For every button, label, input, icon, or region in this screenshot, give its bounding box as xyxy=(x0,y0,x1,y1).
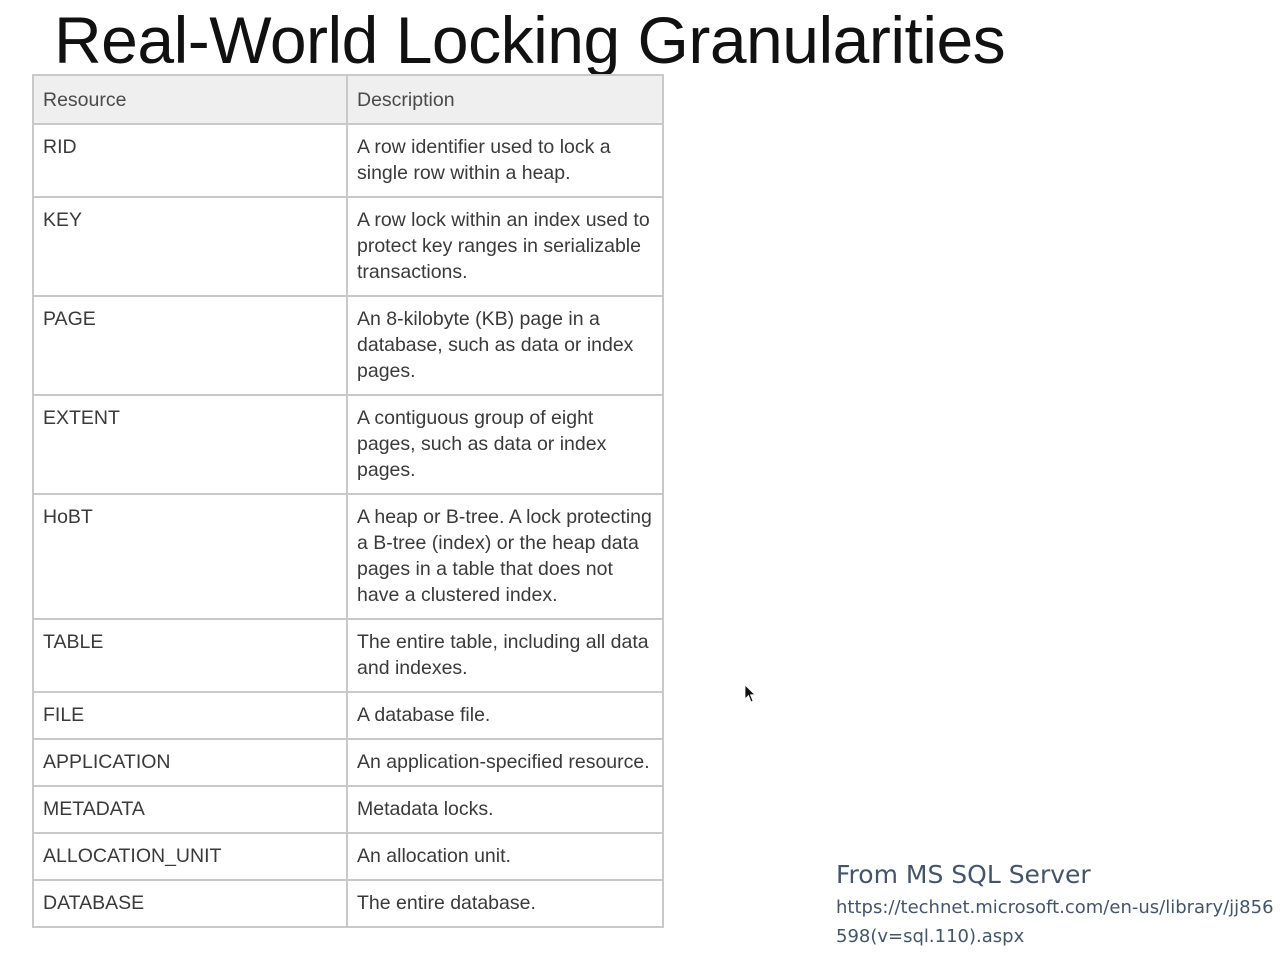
slide-title: Real-World Locking Granularities xyxy=(54,3,1006,77)
locking-granularity-table: Resource Description RID A row identifie… xyxy=(32,74,664,928)
description-cell: An allocation unit. xyxy=(346,832,664,881)
description-cell: A row lock within an index used to prote… xyxy=(346,196,664,297)
description-cell: A heap or B-tree. A lock protecting a B-… xyxy=(346,493,664,620)
column-header-description: Description xyxy=(346,74,664,125)
description-cell: A contiguous group of eight pages, such … xyxy=(346,394,664,495)
source-title: From MS SQL Server xyxy=(836,860,1091,889)
resource-cell: EXTENT xyxy=(32,394,348,495)
table-row: PAGE An 8-kilobyte (KB) page in a databa… xyxy=(32,295,664,396)
description-cell: The entire table, including all data and… xyxy=(346,618,664,693)
table-header-row: Resource Description xyxy=(32,74,664,125)
resource-cell: RID xyxy=(32,123,348,198)
resource-cell: KEY xyxy=(32,196,348,297)
resource-cell: METADATA xyxy=(32,785,348,834)
resource-cell: PAGE xyxy=(32,295,348,396)
resource-cell: DATABASE xyxy=(32,879,348,928)
resource-cell: HoBT xyxy=(32,493,348,620)
table-row: METADATA Metadata locks. xyxy=(32,785,664,834)
description-cell: The entire database. xyxy=(346,879,664,928)
source-link[interactable]: https://technet.microsoft.com/en-us/libr… xyxy=(836,893,1284,951)
description-cell: Metadata locks. xyxy=(346,785,664,834)
resource-cell: ALLOCATION_UNIT xyxy=(32,832,348,881)
source-citation: From MS SQL Server https://technet.micro… xyxy=(836,858,1284,951)
column-header-resource: Resource xyxy=(32,74,348,125)
resource-cell: TABLE xyxy=(32,618,348,693)
table-row: EXTENT A contiguous group of eight pages… xyxy=(32,394,664,495)
resource-cell: FILE xyxy=(32,691,348,740)
table-row: FILE A database file. xyxy=(32,691,664,740)
table-row: DATABASE The entire database. xyxy=(32,879,664,928)
mouse-pointer-icon xyxy=(744,684,756,703)
description-cell: A row identifier used to lock a single r… xyxy=(346,123,664,198)
description-cell: An 8-kilobyte (KB) page in a database, s… xyxy=(346,295,664,396)
table-row: KEY A row lock within an index used to p… xyxy=(32,196,664,297)
table-row: RID A row identifier used to lock a sing… xyxy=(32,123,664,198)
table-row: ALLOCATION_UNIT An allocation unit. xyxy=(32,832,664,881)
description-cell: An application-specified resource. xyxy=(346,738,664,787)
table-row: HoBT A heap or B-tree. A lock protecting… xyxy=(32,493,664,620)
table-row: TABLE The entire table, including all da… xyxy=(32,618,664,693)
table-row: APPLICATION An application-specified res… xyxy=(32,738,664,787)
resource-cell: APPLICATION xyxy=(32,738,348,787)
description-cell: A database file. xyxy=(346,691,664,740)
